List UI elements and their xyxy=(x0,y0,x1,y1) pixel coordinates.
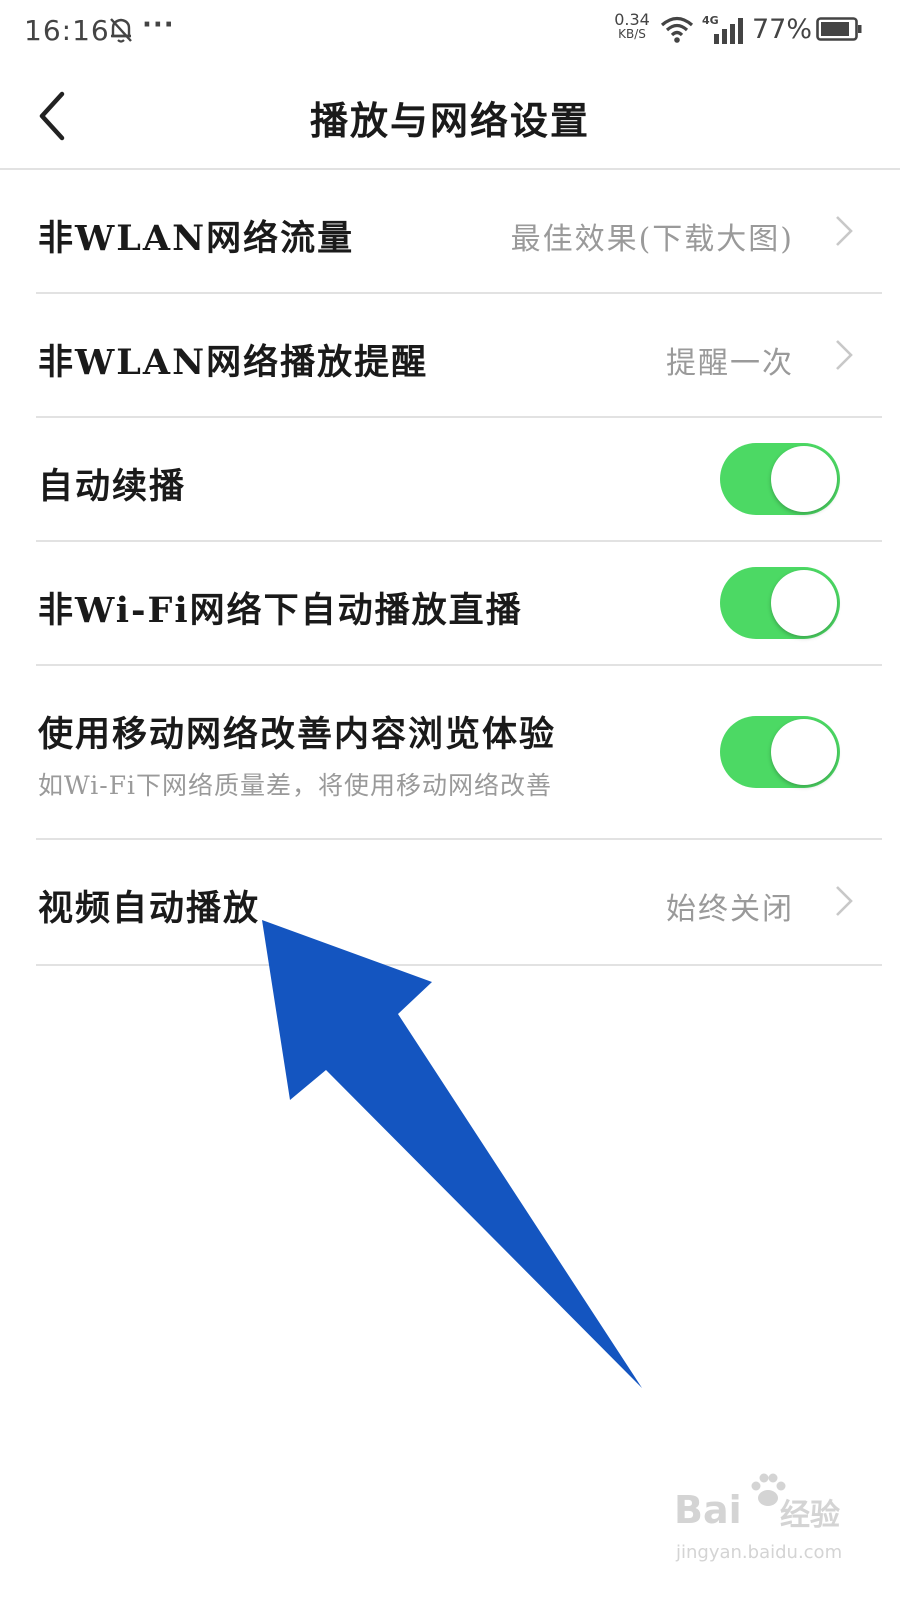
setting-subtitle: 如Wi-Fi下网络质量差，将使用移动网络改善 xyxy=(38,771,553,800)
setting-row-non-wlan-traffic[interactable]: 非WLAN网络流量 最佳效果(下载大图) xyxy=(36,170,882,294)
net-speed: 0.34 KB/S xyxy=(610,12,654,42)
chevron-right-icon xyxy=(836,216,853,246)
auto-continue-toggle[interactable] xyxy=(720,443,840,515)
setting-value: 最佳效果(下载大图) xyxy=(510,222,794,257)
watermark-brand: Bai xyxy=(674,1488,742,1532)
toggle-knob xyxy=(771,446,837,512)
setting-label: 视频自动播放 xyxy=(38,888,261,929)
signal-icon: 4G xyxy=(702,14,746,44)
status-time: 16:16 xyxy=(24,14,110,47)
setting-value: 始终关闭 xyxy=(666,892,794,927)
settings-list: 非WLAN网络流量 最佳效果(下载大图) 非WLAN网络播放提醒 提醒一次 自动… xyxy=(36,170,882,966)
baidu-jingyan-watermark: Bai 经验 jingyan.baidu.com xyxy=(674,1470,874,1580)
battery-percent: 77% xyxy=(752,14,813,45)
toggle-knob xyxy=(771,719,837,785)
net-speed-unit: KB/S xyxy=(618,27,646,41)
non-wifi-autoplay-live-toggle[interactable] xyxy=(720,567,840,639)
watermark-url: jingyan.baidu.com xyxy=(676,1542,843,1563)
setting-label: 非WLAN网络流量 xyxy=(38,218,355,259)
page-title: 播放与网络设置 xyxy=(309,98,590,143)
mobile-network-improve-toggle[interactable] xyxy=(720,716,840,788)
annotation-arrow-icon xyxy=(262,920,642,1388)
more-icon: ··· xyxy=(142,10,175,40)
watermark-brand-cn: 经验 xyxy=(780,1498,840,1533)
setting-label: 非Wi-Fi网络下自动播放直播 xyxy=(38,590,523,631)
setting-row-non-wifi-autoplay-live: 非Wi-Fi网络下自动播放直播 xyxy=(36,542,882,666)
nav-header: 播放与网络设置 xyxy=(0,62,900,170)
net-speed-value: 0.34 xyxy=(614,10,650,29)
battery-icon xyxy=(816,17,862,41)
setting-row-auto-continue: 自动续播 xyxy=(36,418,882,542)
setting-label: 非WLAN网络播放提醒 xyxy=(38,342,429,383)
setting-label: 自动续播 xyxy=(38,466,187,507)
setting-label: 使用移动网络改善内容浏览体验 xyxy=(38,714,557,755)
bell-off-icon xyxy=(110,18,132,43)
setting-row-non-wlan-play-reminder[interactable]: 非WLAN网络播放提醒 提醒一次 xyxy=(36,294,882,418)
chevron-right-icon xyxy=(836,886,853,916)
setting-row-mobile-network-improve: 使用移动网络改善内容浏览体验 如Wi-Fi下网络质量差，将使用移动网络改善 xyxy=(36,666,882,840)
wifi-icon xyxy=(660,16,694,43)
toggle-knob xyxy=(771,570,837,636)
setting-value: 提醒一次 xyxy=(666,346,794,381)
status-bar: 16:16 ··· 0.34 KB/S 4G 77% xyxy=(0,0,900,62)
chevron-right-icon xyxy=(836,340,853,370)
